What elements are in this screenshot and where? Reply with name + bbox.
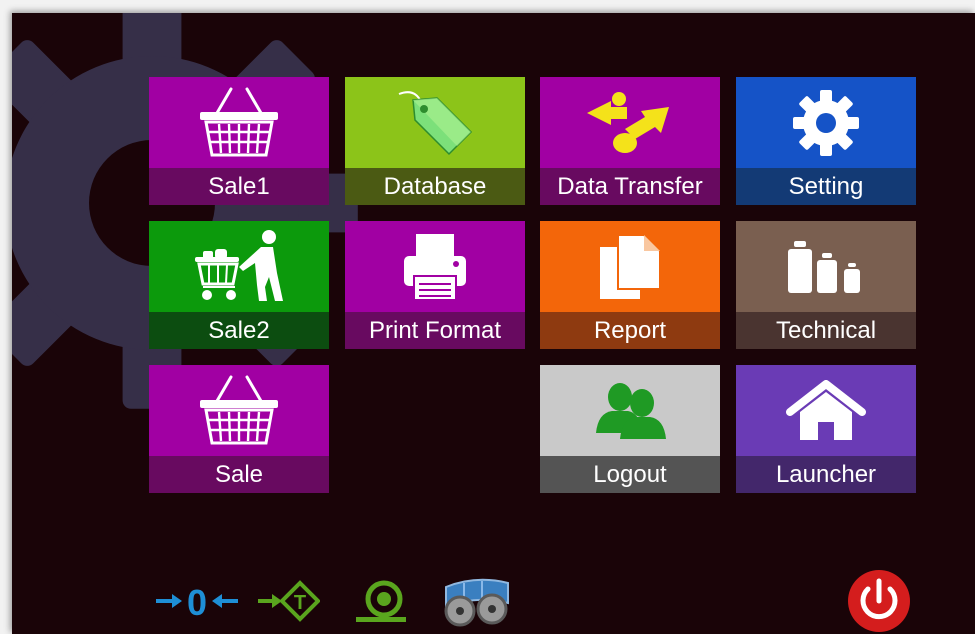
users-icon	[596, 382, 666, 439]
tile-data-transfer[interactable]: Data Transfer	[540, 77, 720, 205]
shopper-cart-icon	[195, 229, 283, 301]
basket-icon	[200, 375, 278, 444]
tile-report[interactable]: Report	[540, 221, 720, 349]
printer-head-icon	[444, 578, 509, 627]
tile-launcher-label: Launcher	[736, 456, 916, 493]
printer-icon	[404, 233, 466, 301]
tile-database-icon-area	[345, 77, 525, 168]
tile-database-label: Database	[345, 168, 525, 205]
tile-sale1[interactable]: Sale1	[149, 77, 329, 205]
tile-technical-label: Technical	[736, 312, 916, 349]
tile-print-format-icon-area	[345, 221, 525, 312]
background-gear-icon	[12, 13, 358, 409]
zero-indicator-icon: 0	[156, 582, 238, 621]
tile-logout-label: Logout	[540, 456, 720, 493]
tile-sale2-icon-area	[149, 221, 329, 312]
tile-report-label: Report	[540, 312, 720, 349]
tile-data-transfer-label: Data Transfer	[540, 168, 720, 205]
documents-icon	[600, 233, 661, 299]
tile-sale-icon-area	[149, 365, 329, 456]
tile-sale2-label: Sale2	[149, 312, 329, 349]
tile-report-icon-area	[540, 221, 720, 312]
tile-sale2[interactable]: Sale2	[149, 221, 329, 349]
basket-icon	[200, 87, 278, 156]
tag-icon	[398, 90, 473, 155]
home-icon	[786, 379, 866, 440]
tile-sale-label: Sale	[149, 456, 329, 493]
tile-sale1-icon-area	[149, 77, 329, 168]
tile-setting-label: Setting	[736, 168, 916, 205]
tile-database[interactable]: Database	[345, 77, 525, 205]
tile-sale[interactable]: Sale	[149, 365, 329, 493]
transfer-arrows-icon	[587, 91, 669, 153]
tile-logout[interactable]: Logout	[540, 365, 720, 493]
tile-data-transfer-icon-area	[540, 77, 720, 168]
tile-technical[interactable]: Technical	[736, 221, 916, 349]
tare-indicator-text: T	[294, 592, 306, 614]
paper-roll-icon	[356, 580, 406, 622]
app-screen: Sale1 Database Data Transfer Setting Sal…	[12, 13, 975, 634]
tile-setting[interactable]: Setting	[736, 77, 916, 205]
tile-print-format-label: Print Format	[345, 312, 525, 349]
tile-technical-icon-area	[736, 221, 916, 312]
weights-icon	[788, 240, 860, 293]
tile-launcher-icon-area	[736, 365, 916, 456]
tile-launcher[interactable]: Launcher	[736, 365, 916, 493]
gear-icon	[793, 89, 859, 156]
power-button[interactable]	[846, 569, 912, 633]
tile-logout-icon-area	[540, 365, 720, 456]
tare-indicator-icon: T	[258, 580, 320, 622]
tile-setting-icon-area	[736, 77, 916, 168]
zero-indicator-text: 0	[187, 582, 207, 621]
tile-sale1-label: Sale1	[149, 168, 329, 205]
tile-print-format[interactable]: Print Format	[345, 221, 525, 349]
